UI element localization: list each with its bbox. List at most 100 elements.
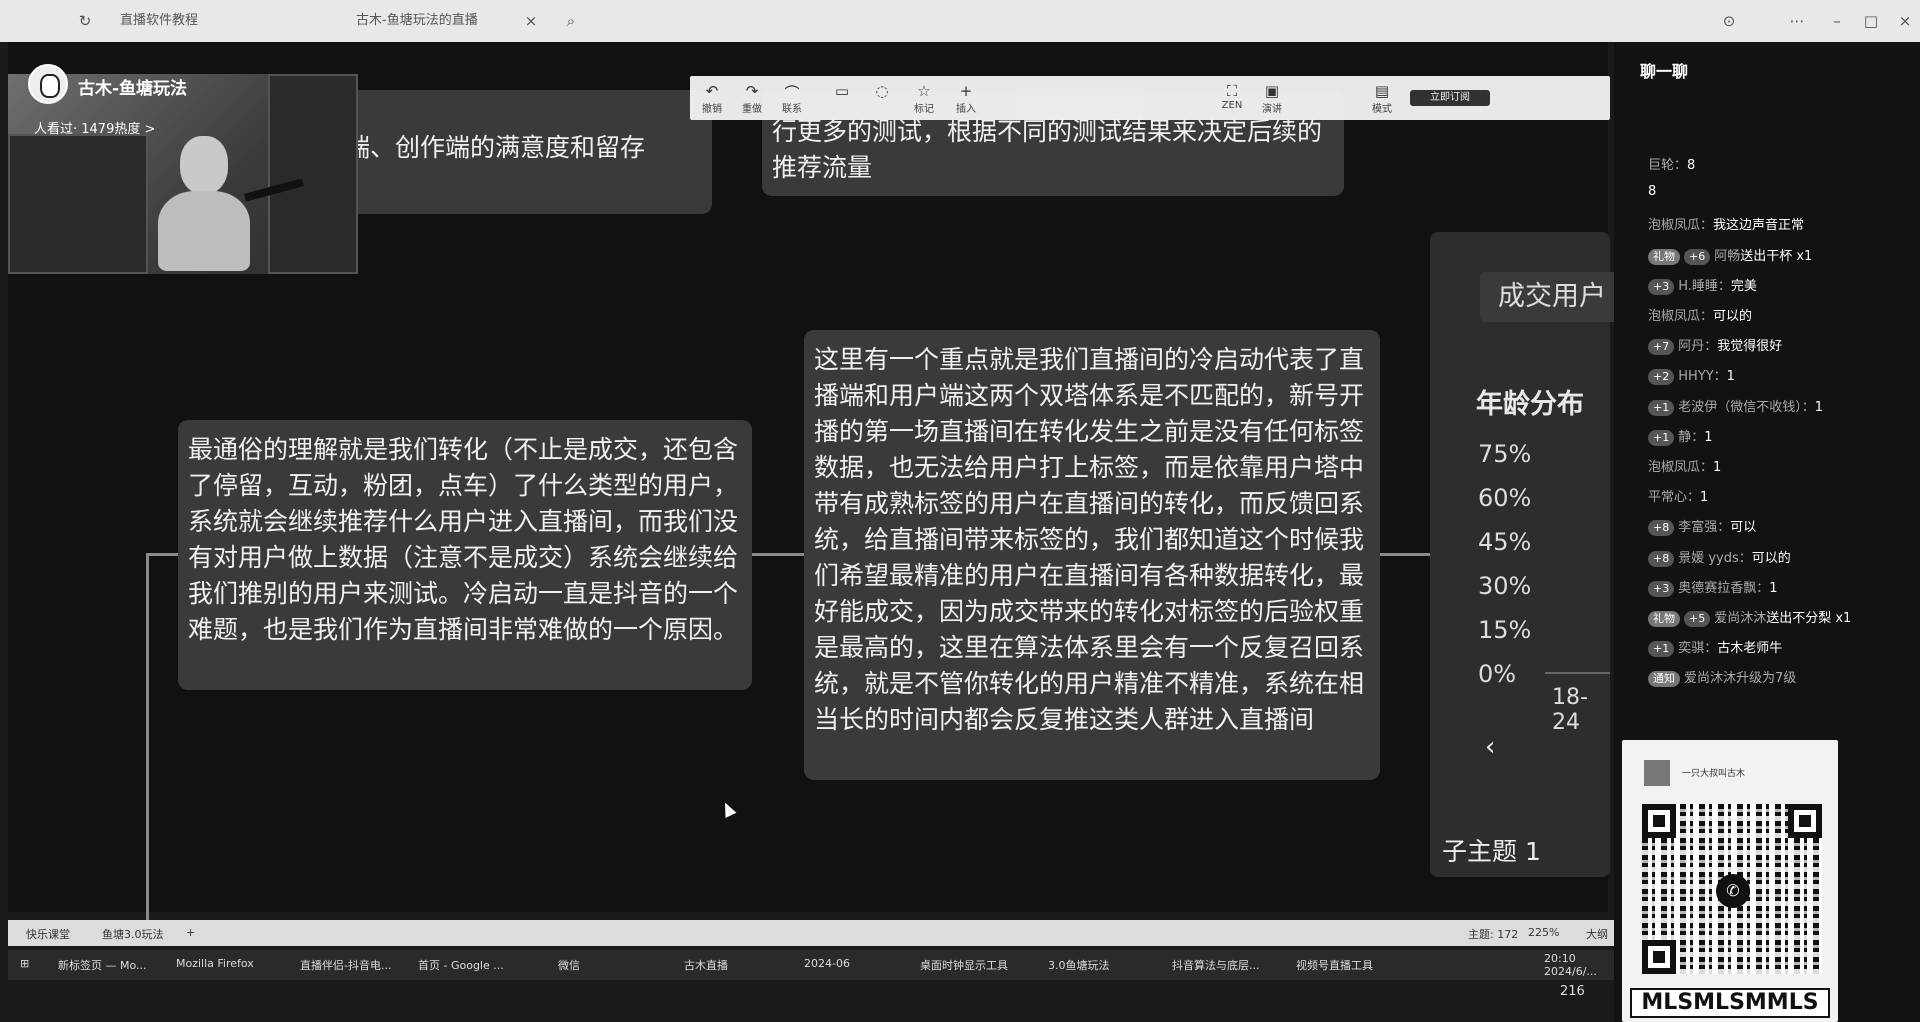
chat-username[interactable]: 泡椒凤瓜： — [1648, 460, 1713, 475]
level-badge: +5 — [1684, 611, 1711, 627]
zen-icon: ⛶ — [1226, 82, 1238, 100]
chat-message: 平常心：1 — [1648, 486, 1708, 505]
taskbar-item[interactable]: 微信 — [558, 957, 580, 973]
undo-icon: ↶ — [705, 82, 719, 100]
chat-text: 可以的 — [1713, 309, 1753, 324]
chat-username[interactable]: 爱尚沐沐升级为7级 — [1684, 671, 1796, 686]
level-badge: +3 — [1648, 278, 1675, 295]
undo-button[interactable]: ↶ 撤销 — [690, 82, 734, 115]
document-tab-bar: 快乐课堂 鱼塘3.0玩法 + 主题: 172 225% 大纲 — [8, 920, 1614, 946]
taskbar-item[interactable]: 视频号直播工具 — [1296, 957, 1373, 973]
browser-tab-2[interactable]: 古木-鱼塘玩法的直播 — [356, 10, 478, 32]
chat-username[interactable]: 奥德赛拉香飘： — [1678, 581, 1769, 596]
chat-username[interactable]: 爱尚沐沐 — [1714, 611, 1766, 626]
chat-username[interactable]: 静： — [1678, 430, 1704, 445]
redo-button[interactable]: ↷ 重做 — [730, 82, 774, 115]
taskbar-item[interactable]: 2024-06 — [804, 957, 850, 970]
taskbar-item[interactable]: 古木直播 — [684, 957, 728, 973]
wechat-qr-card: 一只大叔叫古木 ✆ MLSMLSMMLS — [1622, 740, 1838, 1022]
chat-text: 送出不分梨 x1 — [1766, 611, 1852, 626]
chat-username[interactable]: 李富强： — [1678, 520, 1730, 535]
chat-text: 送出干杯 x1 — [1740, 248, 1813, 264]
mindmap-node-top-left[interactable]: 户端、创作端的满意度和留存 — [310, 90, 712, 214]
chat-username[interactable]: 阿丹： — [1678, 339, 1717, 354]
layout-icon: ▤ — [1374, 82, 1390, 100]
start-icon[interactable]: ⊞ — [20, 957, 29, 970]
chat-username[interactable]: 平常心： — [1648, 490, 1700, 505]
taskbar-item[interactable]: 桌面时钟显示工具 — [920, 957, 1008, 973]
taskbar-item[interactable]: 3.0鱼塘玩法 — [1048, 957, 1110, 973]
subscribe-button[interactable]: 立即订阅 — [1410, 90, 1490, 106]
refresh-icon[interactable]: ↻ — [74, 10, 96, 32]
level-badge: +1 — [1648, 429, 1675, 446]
clock-date: 2024/6/... — [1544, 965, 1597, 978]
gift-badge: 礼物 — [1648, 611, 1680, 627]
chat-username[interactable]: 泡椒凤瓜： — [1648, 309, 1713, 324]
mindmap-node-center[interactable]: 这里有一个重点就是我们直播间的冷启动代表了直播端和用户端这两个双塔体系是不匹配的… — [804, 330, 1380, 780]
outline-button[interactable]: 大纲 — [1586, 926, 1608, 942]
download-icon[interactable]: ⊙ — [1718, 10, 1740, 32]
minimize-icon[interactable]: – — [1826, 10, 1848, 32]
chat-text: 1 — [1704, 429, 1713, 445]
avatar[interactable] — [28, 64, 68, 104]
doc-tab[interactable]: 快乐课堂 — [26, 926, 70, 942]
mindmap-node-image-card[interactable]: 成交用户 年龄分布 75% 60% 45% 30% 15% 0% 18-24 ‹… — [1430, 232, 1620, 877]
chat-text: 8 — [1648, 184, 1657, 200]
chat-text: 我觉得很好 — [1717, 339, 1783, 355]
chat-message: 礼物 +6 阿畅送出干杯 x1 — [1648, 245, 1812, 265]
chat-username[interactable]: 老波伊（微信不收钱）： — [1678, 400, 1815, 415]
mindmap-node-left[interactable]: 最通俗的理解就是我们转化（不止是成交，还包含了停留，互动，粉团，点车）了什么类型… — [178, 420, 752, 690]
y-tick: 60% — [1478, 484, 1532, 512]
chat-text: 完美 — [1730, 278, 1757, 294]
streamer-name[interactable]: 古木-鱼塘玩法 — [78, 74, 187, 99]
cabinet — [268, 74, 358, 274]
chat-message: +7 阿丹：我觉得很好 — [1648, 335, 1783, 356]
more-icon[interactable]: ⋯ — [1786, 10, 1808, 32]
browser-tab-1[interactable]: 直播软件教程 — [120, 10, 198, 32]
chevron-left-icon[interactable]: ‹ — [1485, 732, 1495, 762]
mark-button[interactable]: ☆ 标记 — [902, 82, 946, 115]
zen-button[interactable]: ⛶ ZEN — [1210, 82, 1254, 111]
search-icon[interactable]: ⌕ — [560, 10, 582, 32]
add-tab-button[interactable]: + — [186, 926, 195, 939]
chat-username[interactable]: 奕骐： — [1678, 641, 1717, 656]
insert-button[interactable]: + 插入 — [944, 82, 988, 115]
chat-message: 巨轮：8 — [1648, 154, 1695, 173]
tab-close-icon[interactable]: × — [520, 10, 542, 32]
os-taskbar: ⊞ 新标签页 — Mo... Mozilla Firefox 直播伴侣-抖音电.… — [8, 950, 1614, 980]
chat-text: 1 — [1713, 460, 1722, 475]
taskbar-item[interactable]: 新标签页 — Mo... — [58, 957, 147, 973]
taskbar-item[interactable]: Mozilla Firefox — [176, 957, 254, 970]
present-button[interactable]: ▣ 演讲 — [1250, 82, 1294, 115]
link-icon: ⌒ — [784, 84, 800, 102]
chat-username[interactable]: 阿畅 — [1714, 249, 1740, 264]
chat-username[interactable]: 泡椒凤瓜： — [1648, 218, 1713, 233]
connector-line — [146, 553, 149, 923]
maximize-icon[interactable]: □ — [1860, 10, 1882, 32]
chat-username[interactable]: 景媛 yyds： — [1678, 551, 1752, 566]
wechat-icon: ✆ — [1716, 874, 1750, 908]
doc-tab[interactable]: 鱼塘3.0玩法 — [102, 926, 164, 942]
chat-title: 聊一聊 — [1640, 62, 1689, 81]
viewer-count[interactable]: 人看过· 1479热度 > — [34, 118, 155, 137]
qr-finder — [1642, 940, 1676, 974]
card-title: 年龄分布 — [1476, 389, 1584, 420]
taskbar-item[interactable]: 抖音算法与底层... — [1172, 957, 1260, 973]
chat-username[interactable]: HHYY： — [1678, 369, 1726, 384]
zoom-level[interactable]: 225% — [1528, 926, 1559, 939]
tool-button[interactable]: ▭ — [820, 82, 864, 100]
mode-button[interactable]: ▤ 模式 — [1360, 82, 1404, 115]
taskbar-item[interactable]: 首页 - Google ... — [418, 957, 504, 973]
chat-username[interactable]: 巨轮： — [1648, 158, 1687, 173]
chat-message: 8 — [1648, 184, 1656, 199]
tool-button[interactable]: ◌ — [860, 82, 904, 100]
star-icon: ☆ — [917, 82, 931, 100]
chat-username[interactable]: H.睡睡： — [1678, 279, 1731, 294]
qr-finder — [1788, 804, 1822, 838]
chat-text: 可以 — [1730, 520, 1757, 536]
close-icon[interactable]: × — [1894, 10, 1916, 32]
browser-title-bar: ↻ 直播软件教程 古木-鱼塘玩法的直播 × ⌕ ⊙ ⋯ – □ × — [0, 0, 1920, 42]
taskbar-item[interactable]: 直播伴侣-抖音电... — [300, 957, 391, 973]
link-button[interactable]: ⌒ 联系 — [770, 82, 814, 115]
chat-message: 泡椒凤瓜：1 — [1648, 456, 1721, 475]
